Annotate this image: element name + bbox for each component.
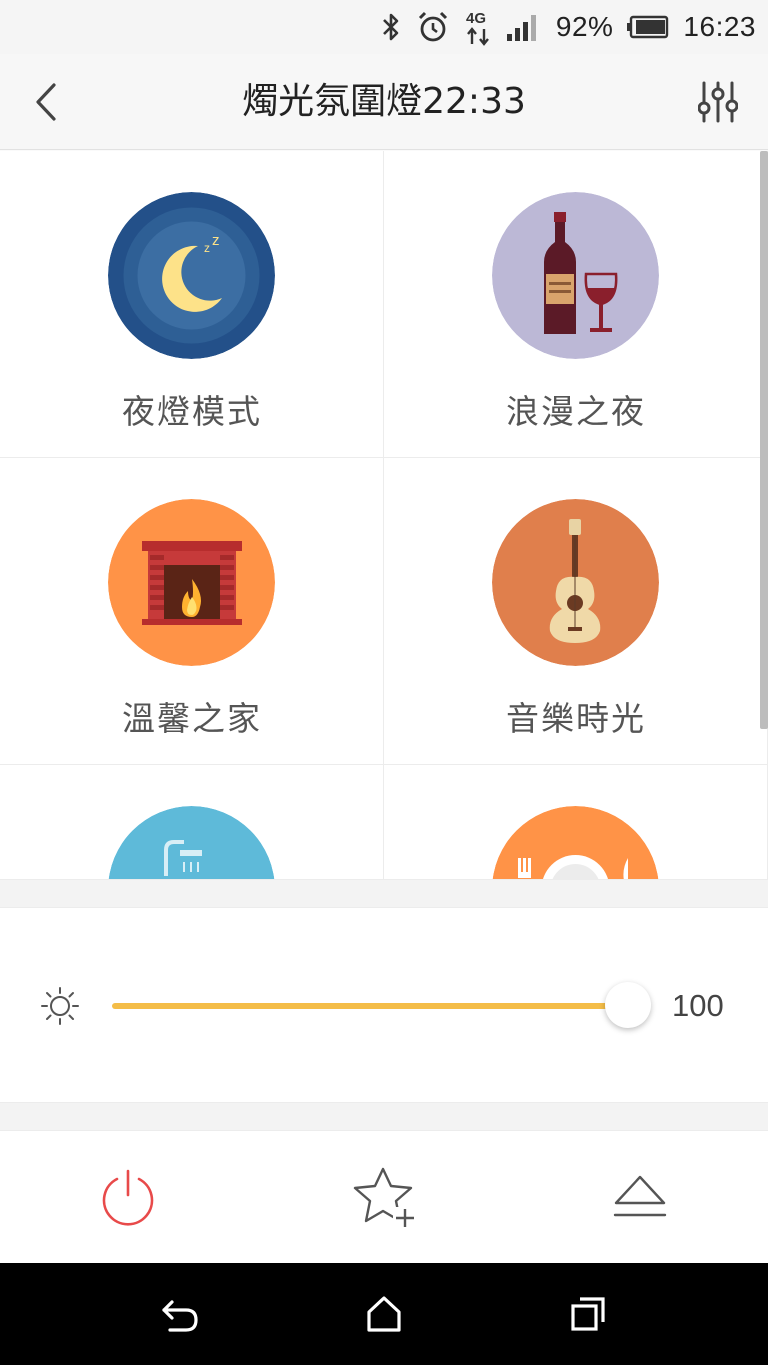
scene-label: 溫馨之家 (122, 699, 262, 738)
brightness-slider-thumb[interactable] (605, 982, 651, 1028)
back-button[interactable] (22, 78, 70, 126)
wine-icon (492, 192, 659, 359)
dining-icon (492, 806, 659, 879)
guitar-icon (492, 499, 659, 666)
brightness-value: 100 (672, 988, 724, 1023)
bluetooth-icon (380, 11, 402, 43)
fireplace-icon (108, 499, 275, 666)
scene-music-time[interactable]: 音樂時光 (384, 458, 768, 765)
scene-romantic-night[interactable]: 浪漫之夜 (384, 151, 768, 458)
add-favorite-button[interactable] (348, 1161, 420, 1233)
scene-shower[interactable] (0, 765, 384, 879)
scene-label: 夜燈模式 (122, 392, 262, 431)
eject-button[interactable] (604, 1161, 676, 1233)
scene-night-light[interactable]: z z 夜燈模式 (0, 151, 384, 458)
brightness-panel: 100 (0, 908, 768, 1102)
svg-text:4G: 4G (466, 10, 486, 27)
app-header: 燭光氛圍燈22:33 (0, 54, 768, 150)
divider (0, 1102, 768, 1131)
settings-button[interactable] (694, 78, 742, 126)
svg-text:z: z (204, 241, 210, 255)
chevron-left-icon (36, 83, 56, 121)
scene-cozy-home[interactable]: 溫馨之家 (0, 458, 384, 765)
home-icon (367, 1296, 401, 1332)
page-title: 燭光氛圍燈22:33 (242, 81, 526, 122)
system-nav-bar (0, 1263, 768, 1365)
scene-dining[interactable] (384, 765, 768, 879)
eject-icon (613, 1175, 667, 1217)
moon-icon: z z (108, 192, 275, 359)
scene-grid: z z 夜燈模式 浪漫之夜 溫馨之家 音樂時光 (0, 151, 768, 879)
status-bar: 4G 92% 16:23 (0, 0, 768, 54)
4g-icon: 4G (464, 8, 492, 46)
bottom-toolbar (0, 1131, 768, 1263)
power-button[interactable] (92, 1161, 164, 1233)
star-plus-icon (353, 1167, 417, 1227)
nav-home-button[interactable] (358, 1288, 410, 1340)
back-icon (162, 1300, 198, 1332)
power-icon (102, 1169, 154, 1226)
svg-text:z: z (212, 232, 220, 249)
recent-apps-icon (571, 1297, 605, 1331)
scene-label: 浪漫之夜 (506, 392, 646, 431)
nav-back-button[interactable] (154, 1288, 206, 1340)
signal-icon (506, 12, 542, 42)
battery-percent: 92% (555, 11, 614, 42)
shower-icon (108, 806, 275, 879)
clock: 16:23 (683, 11, 756, 42)
brightness-slider-track[interactable] (112, 1003, 628, 1009)
battery-icon (627, 15, 669, 39)
nav-recent-button[interactable] (562, 1288, 614, 1340)
alarm-icon (416, 10, 450, 44)
divider (0, 879, 768, 908)
sun-icon (40, 986, 80, 1026)
scene-label: 音樂時光 (506, 699, 646, 738)
scrollbar[interactable] (760, 151, 768, 729)
sliders-icon (698, 81, 738, 123)
